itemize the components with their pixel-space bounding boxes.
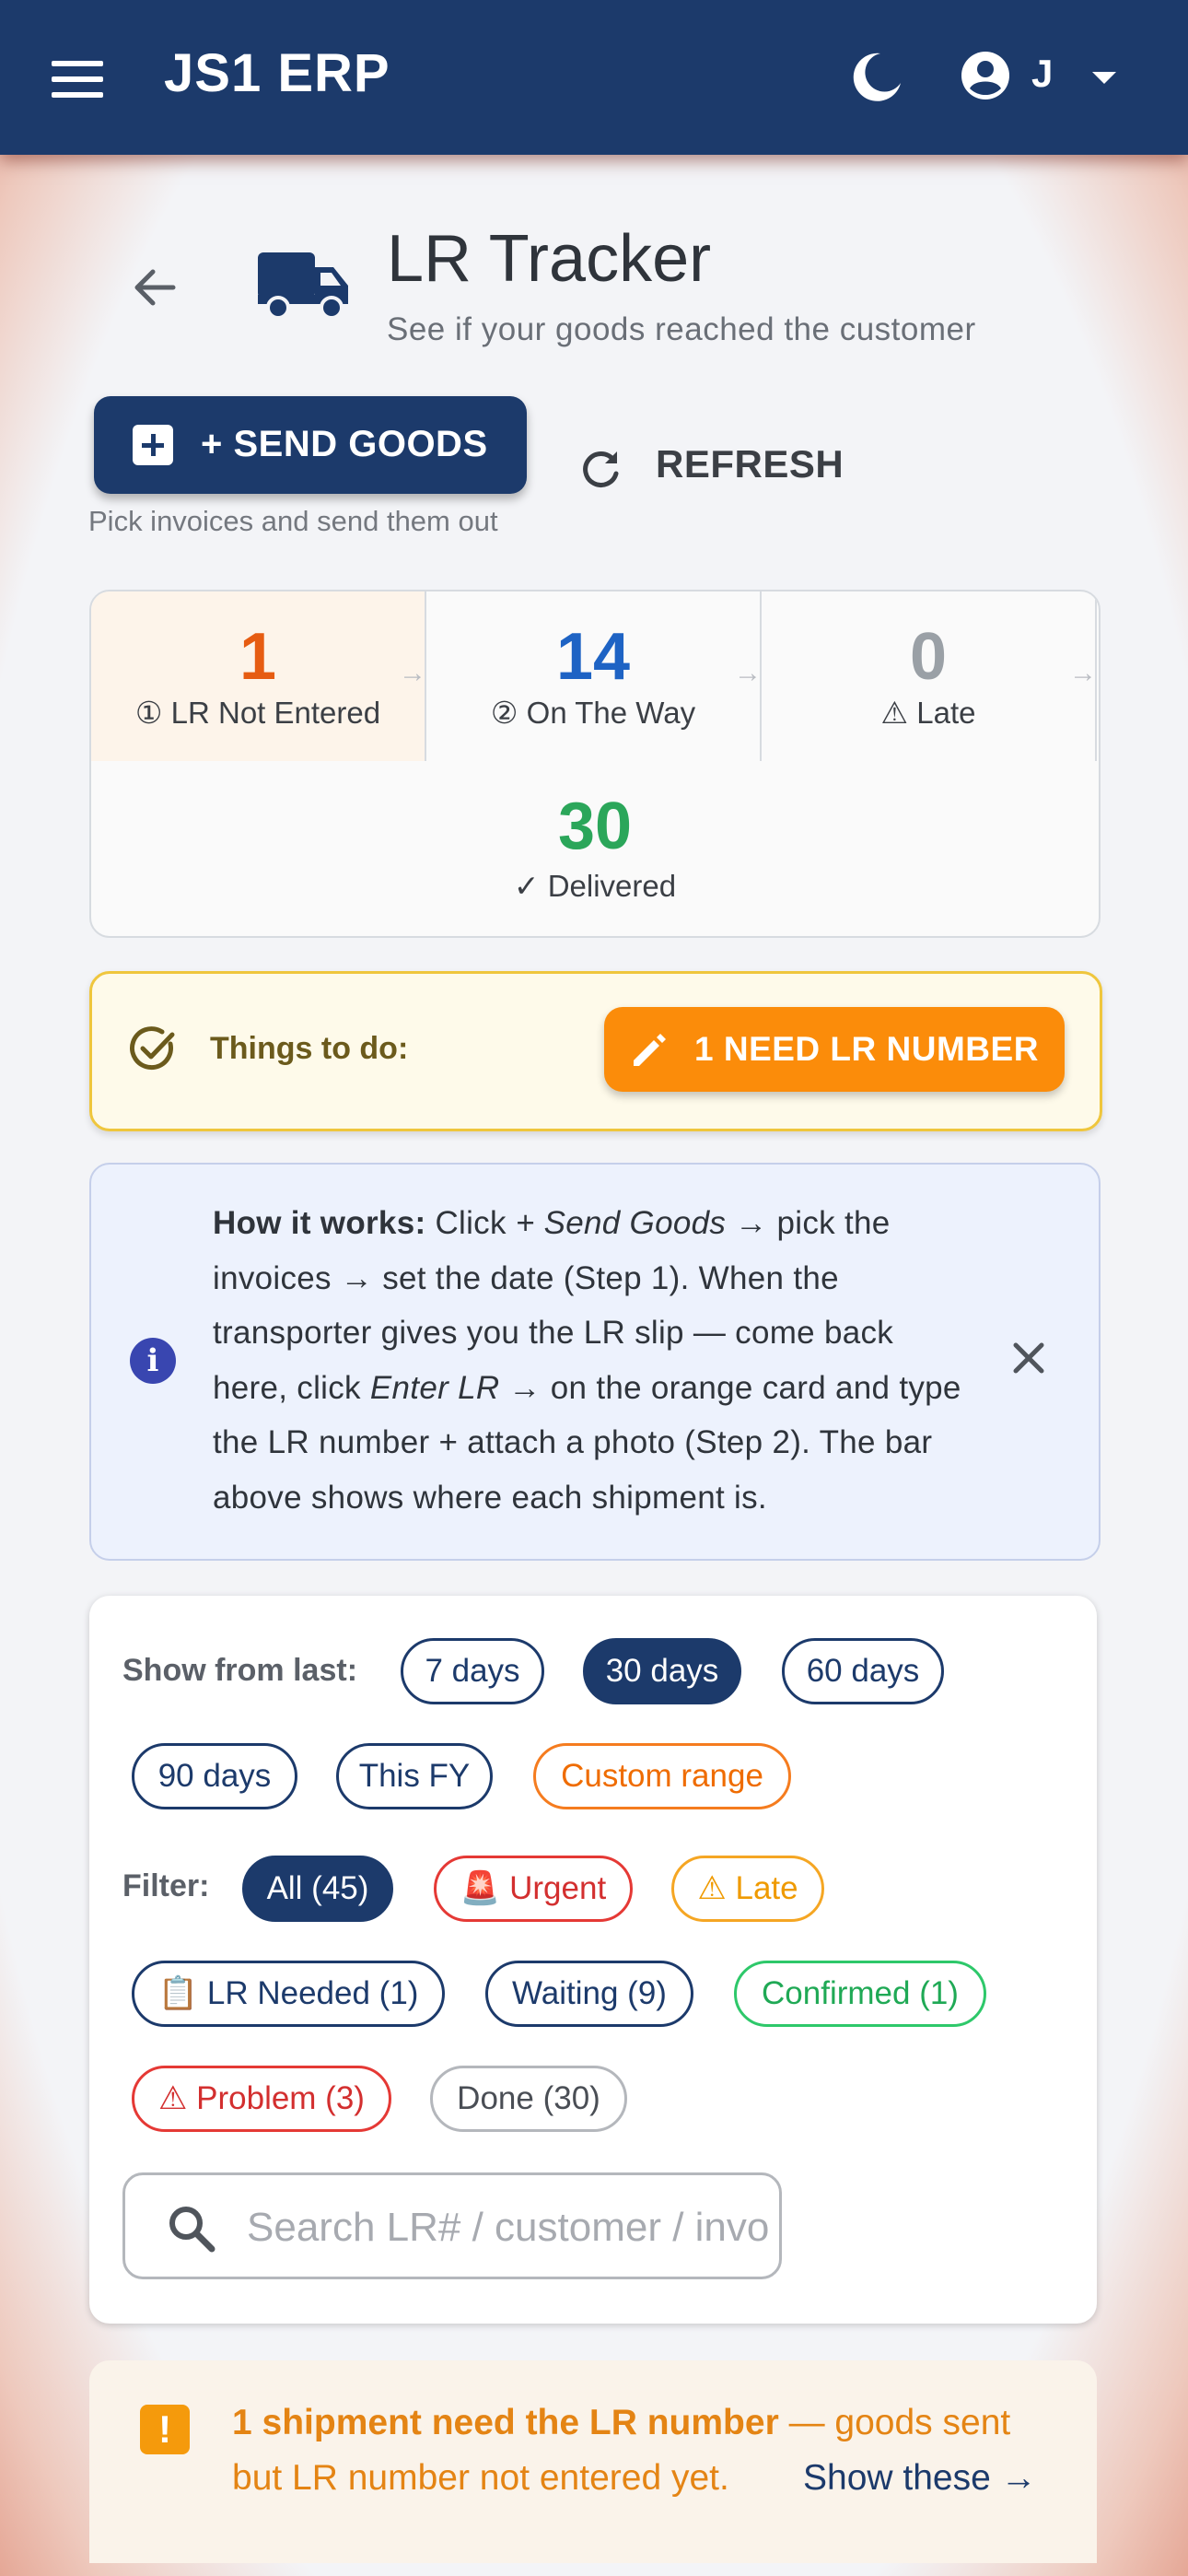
filter-chip-late[interactable]: ⚠ Late xyxy=(671,1856,824,1922)
check-circle-icon xyxy=(130,1026,175,1071)
add-box-icon xyxy=(133,425,173,465)
app-title: JS1 ERP xyxy=(164,43,390,103)
stat-label: ⚠ Late xyxy=(880,696,976,730)
warning-icon: ! xyxy=(140,2405,190,2454)
refresh-icon xyxy=(583,451,619,487)
account-circle-icon[interactable] xyxy=(958,48,1013,103)
user-initial[interactable]: J xyxy=(1031,52,1053,96)
account-dropdown-caret-icon[interactable] xyxy=(1092,72,1116,84)
alert-line-2: but LR number not entered yet. xyxy=(232,2458,729,2498)
stat-label: ① LR Not Entered xyxy=(134,696,381,730)
stat-label: ✓ Delivered xyxy=(513,869,677,903)
info-enter-lr-ref: Enter LR → xyxy=(369,1369,542,1406)
edit-pencil-icon xyxy=(634,1034,666,1066)
how-it-works-panel: i How it works: Click + Send Goods → pic… xyxy=(89,1163,1101,1561)
info-icon: i xyxy=(130,1338,176,1384)
stat-count: 14 xyxy=(555,620,631,694)
back-arrow-icon[interactable] xyxy=(127,260,182,315)
step-arrow-icon: → xyxy=(1069,658,1097,688)
step-arrow-icon: → xyxy=(399,658,426,688)
need-lr-number-button[interactable]: 1 NEED LR NUMBER xyxy=(604,1007,1065,1092)
period-chip-30-days[interactable]: 30 days xyxy=(583,1638,741,1704)
dark-mode-moon-icon[interactable] xyxy=(849,48,904,103)
stat-delivered[interactable]: 30 ✓ Delivered xyxy=(91,761,1099,931)
truck-icon xyxy=(258,252,348,320)
period-label: Show from last: xyxy=(122,1653,358,1688)
close-icon[interactable] xyxy=(1008,1338,1049,1378)
filter-chip-urgent[interactable]: 🚨 Urgent xyxy=(434,1856,633,1922)
period-chip-custom-range[interactable]: Custom range xyxy=(533,1743,791,1809)
shipment-status-bar: 1 ① LR Not Entered → 14 ② On The Way → 0… xyxy=(89,590,1101,938)
search-icon xyxy=(169,2207,215,2253)
refresh-label: REFRESH xyxy=(656,442,844,486)
filter-panel: Show from last: 7 days 30 days 60 days 9… xyxy=(89,1596,1097,2324)
filter-chip-waiting[interactable]: Waiting (9) xyxy=(485,1961,693,2027)
app-frame: JS1 ERP J LR Tracker See if your goods r… xyxy=(0,0,1188,2576)
send-goods-help-text: Pick invoices and send them out xyxy=(88,505,498,537)
stat-on-the-way[interactable]: 14 ② On The Way → xyxy=(426,591,762,761)
step-arrow-icon: → xyxy=(734,658,762,688)
stat-lr-not-entered[interactable]: 1 ① LR Not Entered → xyxy=(91,591,426,761)
info-text-part: Click xyxy=(425,1205,516,1241)
filter-chip-confirmed[interactable]: Confirmed (1) xyxy=(734,1961,986,2027)
page-title: LR Tracker xyxy=(387,222,712,296)
period-chip-60-days[interactable]: 60 days xyxy=(782,1638,944,1704)
menu-icon[interactable] xyxy=(52,61,103,98)
period-chip-this-fy[interactable]: This FY xyxy=(336,1743,493,1809)
stat-label: ② On The Way xyxy=(490,696,696,730)
need-lr-number-label: 1 NEED LR NUMBER xyxy=(694,1030,1039,1068)
filter-chip-problem[interactable]: ⚠ Problem (3) xyxy=(132,2066,391,2132)
search-box[interactable] xyxy=(122,2172,782,2279)
filter-chip-all[interactable]: All (45) xyxy=(242,1856,393,1922)
send-goods-label: + SEND GOODS xyxy=(201,424,488,464)
alert-bold-text: 1 shipment need the LR number xyxy=(232,2403,779,2442)
period-chip-7-days[interactable]: 7 days xyxy=(401,1638,544,1704)
stat-count: 30 xyxy=(557,790,633,863)
things-to-do-panel: Things to do: 1 NEED LR NUMBER xyxy=(89,971,1102,1131)
show-these-link[interactable]: Show these → xyxy=(803,2458,1037,2499)
alert-rest-text: — goods sent xyxy=(778,2403,1011,2442)
lr-needed-alert: ! 1 shipment need the LR number — goods … xyxy=(89,2360,1097,2563)
info-send-goods-ref: + Send Goods xyxy=(515,1205,727,1241)
how-it-works-text: How it works: Click + Send Goods → pick … xyxy=(213,1196,968,1525)
page-subtitle: See if your goods reached the customer xyxy=(387,311,976,347)
send-goods-button[interactable]: + SEND GOODS xyxy=(94,396,527,494)
search-input[interactable] xyxy=(245,2194,774,2262)
filter-label: Filter: xyxy=(122,1868,210,1903)
filter-chip-lr-needed[interactable]: 📋 LR Needed (1) xyxy=(132,1961,445,2027)
stat-count: 1 xyxy=(239,620,277,694)
period-chip-90-days[interactable]: 90 days xyxy=(132,1743,297,1809)
stat-count: 0 xyxy=(909,620,948,694)
filter-chip-done[interactable]: Done (30) xyxy=(430,2066,627,2132)
stat-late[interactable]: 0 ⚠ Late → xyxy=(762,591,1097,761)
things-to-do-label: Things to do: xyxy=(210,1031,409,1066)
alert-line-1: 1 shipment need the LR number — goods se… xyxy=(232,2403,1010,2443)
how-it-works-lead: How it works: xyxy=(213,1205,426,1241)
app-bar: JS1 ERP J xyxy=(0,0,1188,155)
